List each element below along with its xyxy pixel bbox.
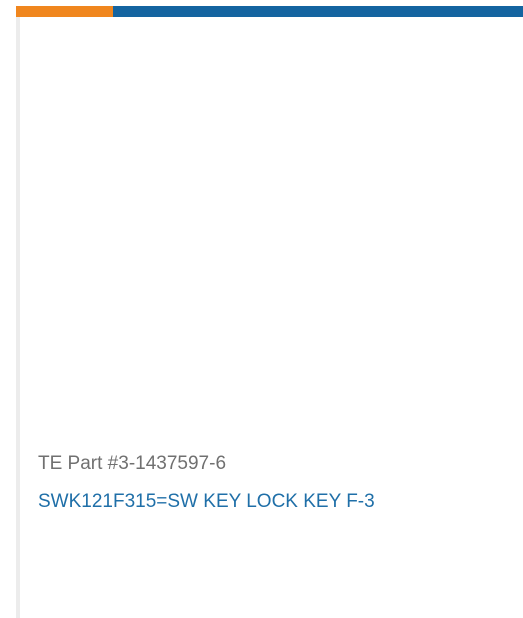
accent-bar (16, 6, 523, 17)
accent-bar-orange (16, 6, 113, 17)
product-card: TE Part #3-1437597-6 SWK121F315=SW KEY L… (20, 17, 523, 618)
product-name-link[interactable]: SWK121F315=SW KEY LOCK KEY F-3 (38, 491, 375, 513)
part-number-label: TE Part #3-1437597-6 (38, 453, 227, 474)
accent-bar-blue (113, 6, 523, 17)
page: TE Part #3-1437597-6 SWK121F315=SW KEY L… (0, 0, 523, 618)
